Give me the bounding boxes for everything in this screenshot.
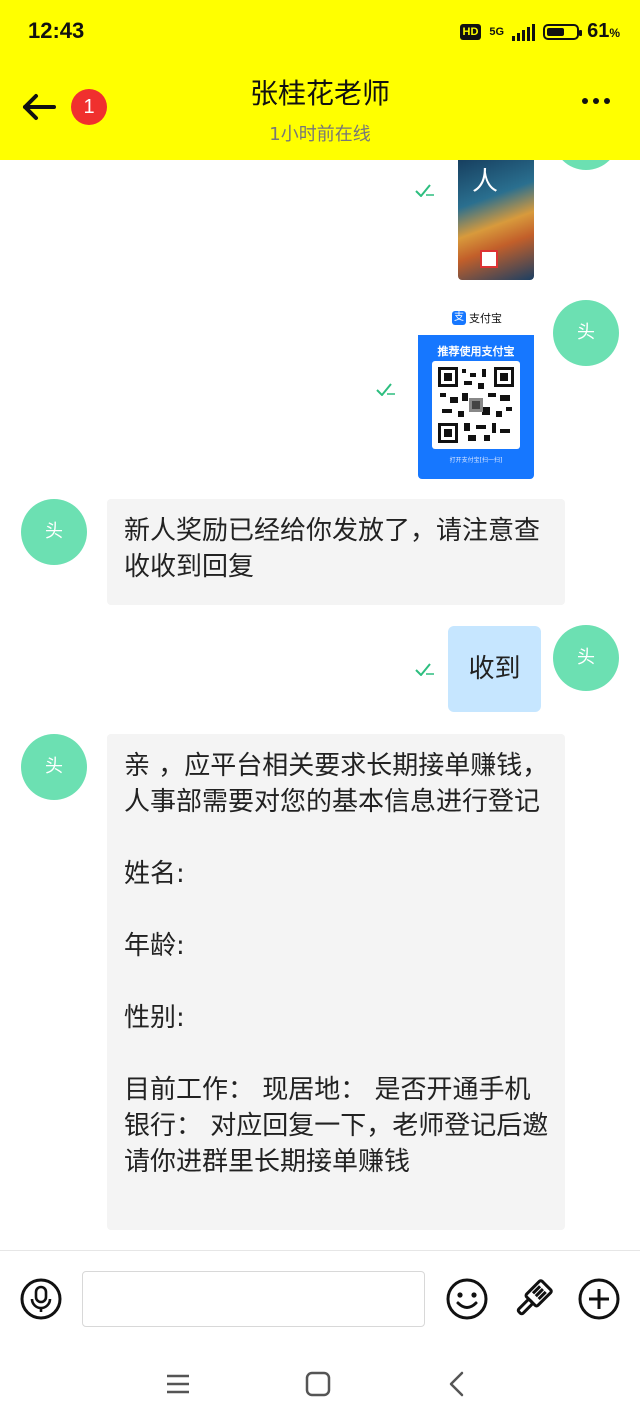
chat-title: 张桂花老师 — [249, 77, 390, 110]
plus-icon[interactable] — [577, 1277, 621, 1321]
my-avatar[interactable]: 头 — [553, 300, 619, 366]
alipay-qr-image-message[interactable]: 支 支付宝 推荐使用支付宝 打开支付宝[扫一扫] — [418, 305, 534, 479]
status-bar: 12:43 HD 5G 61% — [0, 0, 640, 62]
hd-badge: HD — [459, 23, 482, 40]
read-check-icon — [415, 663, 434, 676]
poster-artwork: 人 — [472, 167, 499, 197]
alipay-qr-panel: 推荐使用支付宝 打开支付宝[扫一扫] — [418, 335, 534, 479]
teacher-avatar[interactable]: 头 — [21, 499, 87, 565]
my-avatar[interactable]: 头 — [553, 625, 619, 691]
battery-icon — [543, 23, 583, 40]
menu-icon[interactable] — [165, 1372, 191, 1396]
online-status: 1小时前在线 — [269, 124, 371, 145]
message-input-bar — [0, 1250, 640, 1349]
status-indicators: HD 5G 61% — [459, 20, 620, 43]
outgoing-message-bubble[interactable]: 收到 — [448, 626, 541, 712]
status-time: 12:43 — [28, 18, 85, 43]
home-icon[interactable] — [305, 1371, 331, 1397]
alipay-recommend-text: 推荐使用支付宝 — [437, 345, 515, 358]
alipay-scan-hint: 打开支付宝[扫一扫] — [449, 457, 503, 464]
incoming-message-bubble[interactable]: 新人奖励已经给你发放了，请注意查收收到回复 — [107, 499, 565, 605]
alipay-logo-icon: 支 — [452, 311, 466, 325]
chat-header: 12:43 HD 5G 61% 1 张桂花老师 1小时前在线 — [0, 0, 640, 160]
signal-icon — [512, 23, 536, 41]
microphone-icon[interactable] — [19, 1277, 63, 1321]
qr-code — [432, 361, 520, 449]
system-nav-bar — [0, 1348, 640, 1422]
network-type: 5G — [489, 25, 505, 38]
message-input[interactable] — [82, 1271, 425, 1327]
more-options-icon[interactable] — [582, 98, 610, 104]
poster-qr-mark — [480, 250, 498, 268]
read-check-icon — [415, 184, 434, 197]
incoming-message-bubble[interactable]: 亲 ，应平台相关要求长期接单赚钱，人事部需要对您的基本信息进行登记 姓名: 年龄… — [107, 734, 565, 1230]
teacher-avatar[interactable]: 头 — [21, 734, 87, 800]
read-check-icon — [376, 383, 395, 396]
emoji-icon[interactable] — [445, 1277, 489, 1321]
alipay-brand: 支 支付宝 — [452, 311, 502, 325]
poster-image-message[interactable]: 人 — [458, 155, 534, 280]
back-icon[interactable] — [446, 1370, 468, 1398]
battery-percent: 61% — [587, 20, 620, 42]
brush-icon[interactable] — [511, 1277, 555, 1321]
